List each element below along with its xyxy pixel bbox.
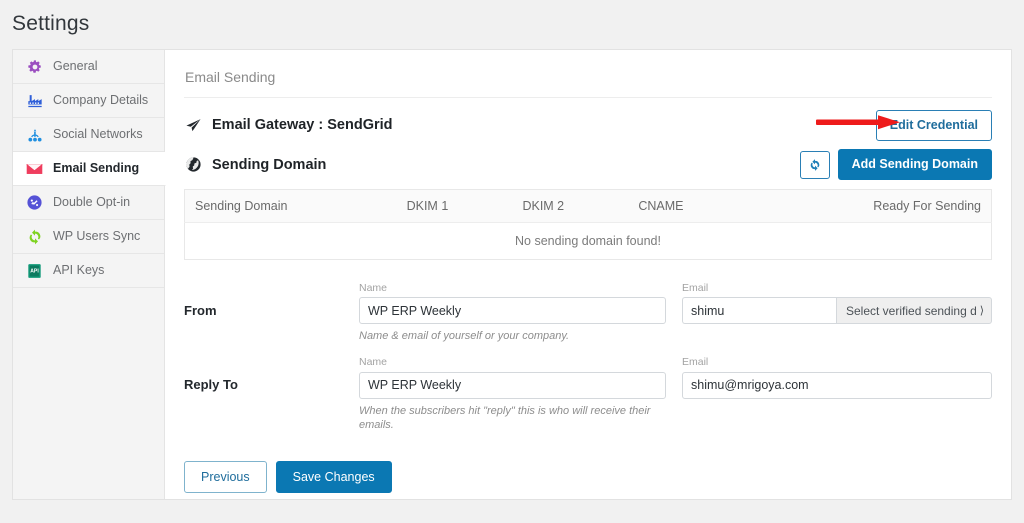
sidebar-item-label: Company Details — [53, 93, 149, 108]
table-row: No sending domain found! — [185, 222, 992, 259]
col-ready-for-sending: Ready For Sending — [750, 189, 992, 223]
reply-to-email-input[interactable] — [682, 371, 992, 399]
sidebar-item-label: General — [53, 59, 98, 74]
col-dkim-2: DKIM 2 — [512, 189, 629, 223]
settings-sidebar: General Company Details Social Networks … — [13, 50, 166, 499]
factory-icon — [26, 92, 43, 109]
opt-in-icon — [26, 194, 43, 211]
form-row-from: From Name Name & email of yourself or yo… — [184, 282, 992, 344]
chevron-down-icon: ⟩ — [979, 305, 984, 318]
api-keys-icon: API — [26, 262, 43, 279]
previous-button[interactable]: Previous — [184, 460, 267, 493]
verified-sending-domain-select[interactable]: Select verified sending dc ⟩ — [836, 297, 992, 325]
email-gateway-title: Email Gateway : SendGrid — [212, 117, 393, 134]
sending-domain-controls: Add Sending Domain — [799, 149, 992, 180]
sidebar-item-label: WP Users Sync — [53, 229, 141, 244]
globe-icon — [184, 155, 203, 174]
paper-plane-icon — [184, 116, 203, 135]
sidebar-item-label: Social Networks — [53, 127, 143, 142]
envelope-icon — [26, 160, 43, 177]
from-row-label: From — [184, 302, 217, 318]
from-name-input[interactable] — [359, 297, 666, 325]
form-row-reply-to: Reply To Name When the subscribers hit "… — [184, 356, 992, 432]
from-email-input[interactable] — [682, 297, 836, 325]
reply-to-name-input[interactable] — [359, 371, 666, 399]
sidebar-item-label: API Keys — [53, 263, 105, 278]
save-changes-button[interactable]: Save Changes — [275, 460, 392, 493]
table-header-row: Sending Domain DKIM 1 DKIM 2 CNAME Ready… — [184, 189, 992, 223]
sidebar-item-api-keys[interactable]: API API Keys — [13, 254, 164, 288]
email-sending-form: From Name Name & email of yourself or yo… — [184, 282, 992, 499]
settings-content: Email Sending Email Gateway : SendGrid E… — [165, 50, 1011, 499]
col-dkim-1: DKIM 1 — [396, 189, 513, 223]
svg-text:API: API — [30, 268, 39, 274]
gear-icon — [26, 58, 43, 75]
sending-domain-table: Sending Domain DKIM 1 DKIM 2 CNAME Ready… — [184, 188, 992, 260]
reply-to-name-field-group: Name When the subscribers hit "reply" th… — [359, 356, 666, 432]
sidebar-item-email-sending[interactable]: Email Sending — [13, 152, 166, 186]
table-empty-message: No sending domain found! — [515, 233, 661, 248]
sidebar-item-label: Double Opt-in — [53, 195, 131, 210]
sending-domain-title: Sending Domain — [212, 156, 327, 173]
reply-to-email-field-group: Email — [682, 356, 992, 432]
edit-credential-button[interactable]: Edit Credential — [875, 110, 992, 141]
from-email-field-group: Email Select verified sending dc ⟩ — [682, 282, 992, 344]
reply-to-name-label: Name — [359, 356, 388, 369]
sidebar-item-wp-users-sync[interactable]: WP Users Sync — [13, 220, 164, 254]
sending-domain-title-group: Sending Domain — [184, 155, 326, 174]
col-cname: CNAME — [628, 189, 751, 223]
from-help-text: Name & email of yourself or your company… — [359, 330, 570, 343]
sidebar-item-general[interactable]: General — [13, 50, 164, 84]
sidebar-item-double-opt-in[interactable]: Double Opt-in — [13, 186, 164, 220]
reply-to-help-text: When the subscribers hit "reply" this is… — [359, 404, 651, 432]
reply-to-fields: Name When the subscribers hit "reply" th… — [359, 356, 992, 432]
share-nodes-icon — [26, 126, 43, 143]
from-email-input-group: Select verified sending dc ⟩ — [682, 297, 992, 325]
content-heading: Email Sending — [184, 50, 992, 98]
from-name-field-group: Name Name & email of yourself or your co… — [359, 282, 666, 344]
refresh-icon[interactable] — [799, 150, 830, 179]
from-fields: Name Name & email of yourself or your co… — [359, 282, 992, 344]
reply-to-email-label: Email — [682, 356, 709, 369]
settings-panel: General Company Details Social Networks … — [12, 49, 1012, 500]
sending-domain-section: Sending Domain Add Sending Domain — [184, 141, 992, 183]
email-gateway-controls: Edit Credential — [875, 110, 992, 141]
page-title: Settings — [12, 12, 90, 35]
add-sending-domain-button[interactable]: Add Sending Domain — [837, 149, 992, 180]
from-email-label: Email — [682, 281, 709, 294]
from-name-label: Name — [359, 281, 388, 294]
form-footer: Previous Save Changes — [184, 460, 992, 499]
col-sending-domain: Sending Domain — [184, 189, 397, 223]
sync-icon — [26, 228, 43, 245]
verified-sending-domain-select-value: Select verified sending dc — [846, 303, 976, 318]
sidebar-item-social-networks[interactable]: Social Networks — [13, 118, 164, 152]
reply-to-row-label: Reply To — [184, 377, 238, 393]
email-gateway-section: Email Gateway : SendGrid Edit Credential — [184, 98, 992, 141]
email-gateway-title-group: Email Gateway : SendGrid — [184, 116, 393, 135]
sidebar-item-label: Email Sending — [53, 161, 140, 176]
sidebar-item-company-details[interactable]: Company Details — [13, 84, 164, 118]
